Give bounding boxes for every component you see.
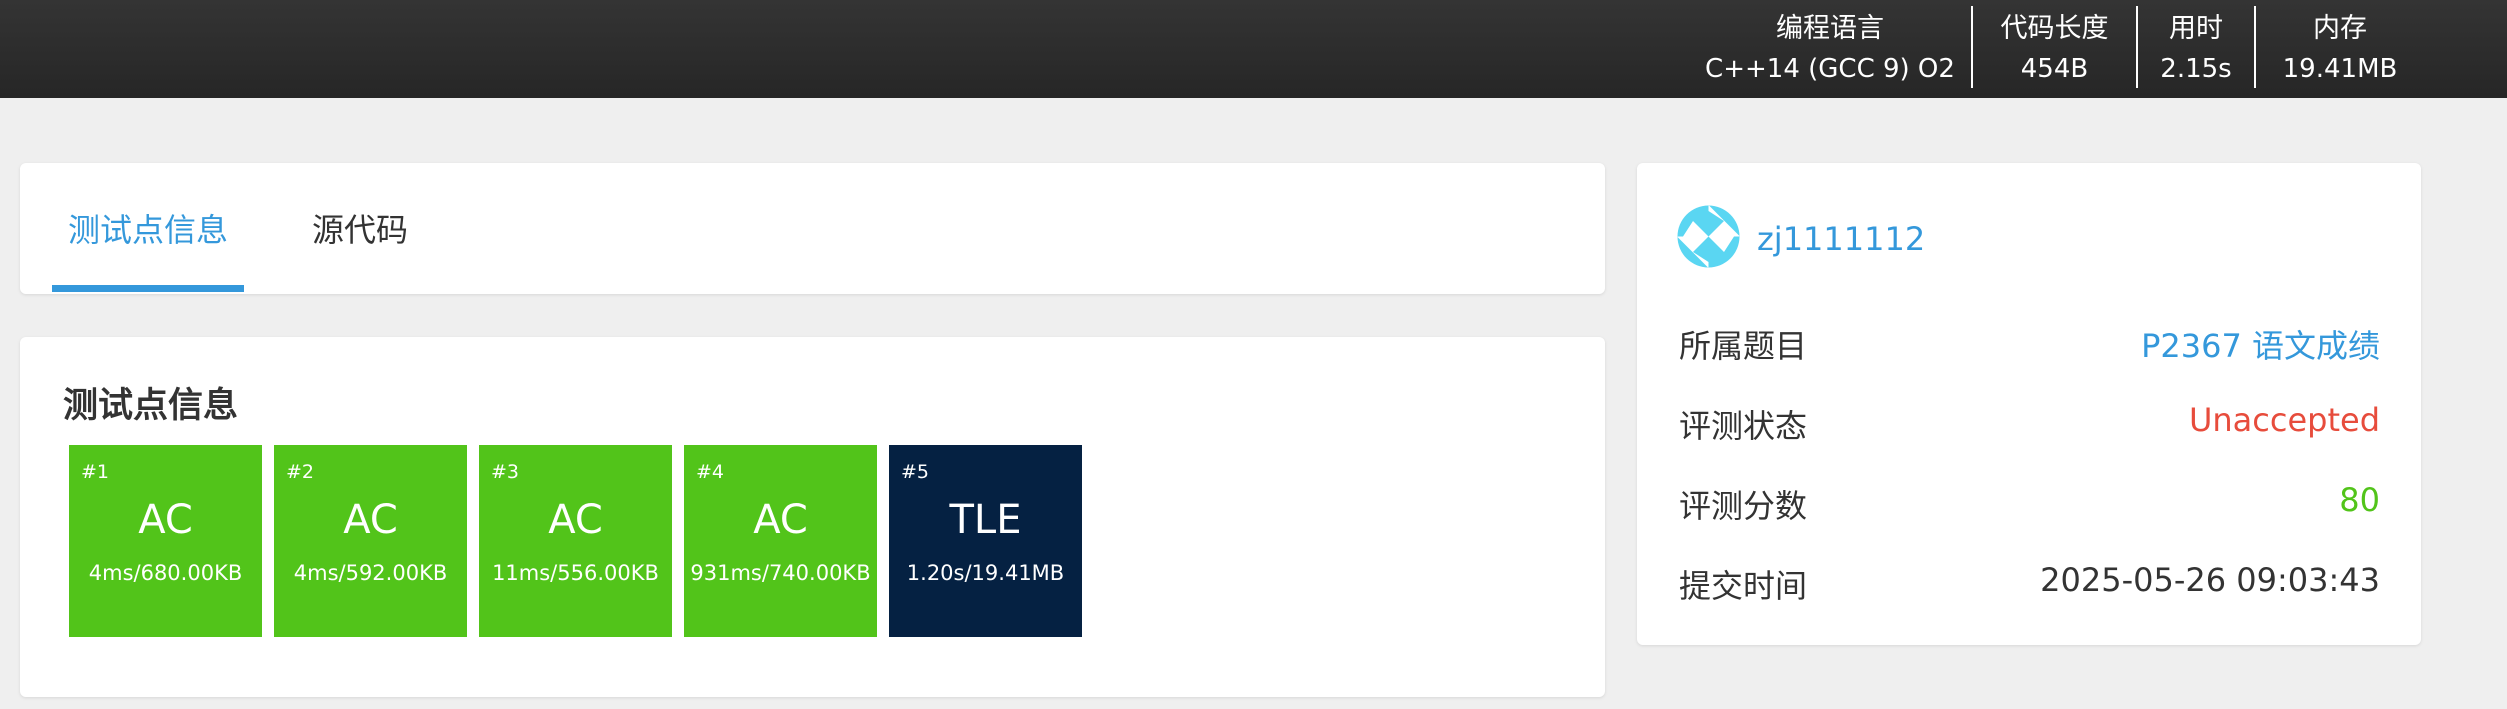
score-label: 评测分数 (1679, 487, 1808, 525)
testcase-5[interactable]: #5 TLE 1.20s/19.41MB (889, 445, 1082, 637)
tabs-card: 测试点信息 源代码 (20, 163, 1605, 294)
testcase-time-memory: 11ms/556.00KB (492, 561, 659, 585)
judge-status-value: Unaccepted (2188, 401, 2380, 439)
testcase-status: AC (548, 497, 603, 543)
testcase-number: #4 (696, 461, 725, 483)
testcase-time-memory: 931ms/740.00KB (690, 561, 871, 585)
testcase-number: #1 (81, 461, 110, 483)
testcase-number: #2 (286, 461, 315, 483)
testcase-number: #3 (491, 461, 520, 483)
stat-memory: 内存 19.41MB (2256, 0, 2424, 98)
testcase-time-memory: 4ms/680.00KB (88, 561, 243, 585)
problem-link[interactable]: P2367 语文成绩 (2141, 321, 2380, 367)
testcase-status: TLE (949, 497, 1022, 543)
testcase-status: AC (138, 497, 193, 543)
stat-code-length: 代码长度 454B (1973, 0, 2136, 98)
stat-time: 用时 2.15s (2138, 0, 2254, 98)
testcase-time-memory: 4ms/592.00KB (293, 561, 448, 585)
tab-testcase-info[interactable]: 测试点信息 (52, 163, 244, 293)
testcase-number: #5 (901, 461, 930, 483)
submit-time-value: 2025-05-26 09:03:43 (2040, 561, 2380, 599)
testcase-status: AC (753, 497, 808, 543)
testcase-status: AC (343, 497, 398, 543)
stat-language-label: 编程语言 (1776, 13, 1884, 44)
stat-memory-value: 19.41MB (2282, 54, 2398, 84)
problem-label: 所属题目 (1679, 327, 1808, 365)
judge-status-label: 评测状态 (1679, 407, 1808, 445)
submission-info-card: zj1111112 所属题目 P2367 语文成绩 评测状态 Unaccepte… (1637, 163, 2421, 645)
stat-language: 编程语言 C++14 (GCC 9) O2 (1700, 0, 1960, 98)
username-link[interactable]: zj1111112 (1757, 220, 1925, 258)
avatar-pinwheel-icon[interactable] (1677, 205, 1740, 268)
testcase-3[interactable]: #3 AC 11ms/556.00KB (479, 445, 672, 637)
tab-source-code[interactable]: 源代码 (284, 163, 436, 293)
testcase-2[interactable]: #2 AC 4ms/592.00KB (274, 445, 467, 637)
stat-code-length-value: 454B (2020, 54, 2089, 84)
testcase-time-memory: 1.20s/19.41MB (906, 561, 1065, 585)
active-tab-indicator (52, 285, 244, 292)
submit-time-label: 提交时间 (1679, 567, 1808, 605)
testcase-1[interactable]: #1 AC 4ms/680.00KB (69, 445, 262, 637)
stat-time-value: 2.15s (2160, 54, 2232, 84)
score-value: 80 (2339, 481, 2380, 519)
top-bar: 编程语言 C++14 (GCC 9) O2 代码长度 454B 用时 2.15s… (0, 0, 2507, 98)
stat-language-value: C++14 (GCC 9) O2 (1705, 54, 1955, 84)
stat-code-length-label: 代码长度 (2000, 13, 2109, 44)
testcase-section-title: 测试点信息 (63, 386, 239, 426)
testcase-card: 测试点信息 #1 AC 4ms/680.00KB #2 AC 4ms/592.0… (20, 337, 1605, 697)
stat-time-label: 用时 (2169, 13, 2223, 44)
testcase-4[interactable]: #4 AC 931ms/740.00KB (684, 445, 877, 637)
stat-memory-label: 内存 (2313, 13, 2367, 44)
